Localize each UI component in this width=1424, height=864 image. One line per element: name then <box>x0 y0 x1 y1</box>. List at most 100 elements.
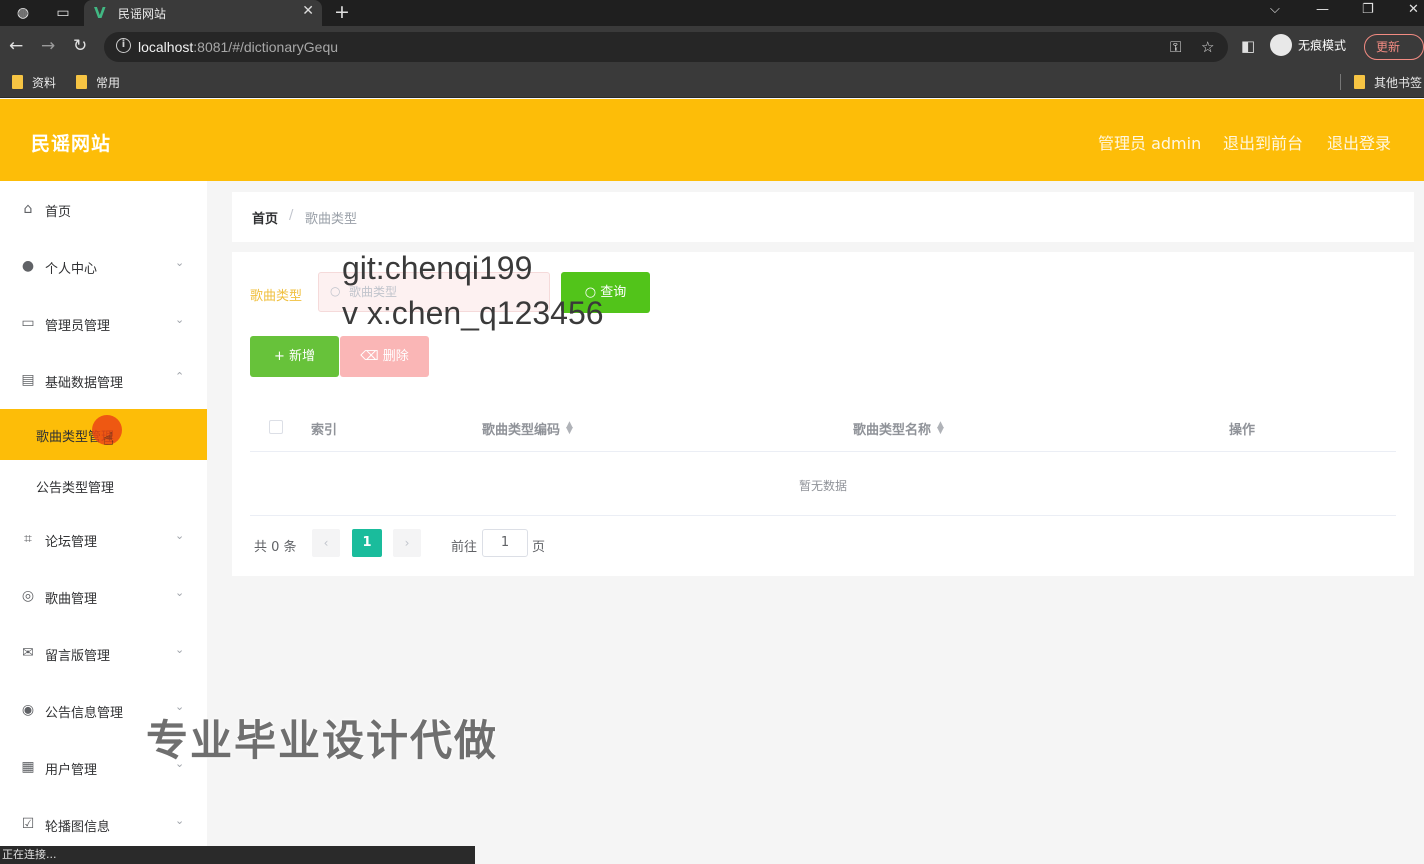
sidebar-item-label: 用户管理 <box>45 763 98 778</box>
reload-icon[interactable]: ↻ <box>73 36 87 56</box>
column-header-index: 索引 <box>311 423 338 438</box>
breadcrumb-current: 歌曲类型 <box>305 212 358 227</box>
watermark-git: git:chenqi199 <box>342 250 533 286</box>
next-page-icon[interactable]: › <box>393 529 421 557</box>
user-icon: ● <box>21 258 35 274</box>
add-button-label: 新增 <box>289 349 316 364</box>
compass-icon: ◎ <box>21 588 35 604</box>
bookmark-star-icon[interactable]: ☆ <box>1201 38 1214 56</box>
bookmark-folder-1[interactable]: 资料 <box>12 74 56 91</box>
back-icon[interactable]: ← <box>9 36 23 56</box>
address-bar: ← → ↻ i localhost:8081/#/dictionaryGequ … <box>0 26 1424 68</box>
browser-tab[interactable]: V 民谣网站 ✕ <box>84 0 322 26</box>
lifebuoy-icon: ◉ <box>21 702 35 718</box>
other-bookmarks[interactable]: 其他书签 <box>1354 74 1422 91</box>
sidebar-item-label: 个人中心 <box>45 262 98 277</box>
sidebar-subitem-label: 公告类型管理 <box>36 481 115 496</box>
sidebar-subitem-notice-types[interactable]: 公告类型管理 <box>0 460 207 511</box>
prev-page-icon[interactable]: ‹ <box>312 529 340 557</box>
chevron-down-icon: ⌄ <box>175 643 185 656</box>
chevron-down-icon: ⌄ <box>175 313 185 326</box>
chevron-down-icon: ⌄ <box>175 586 185 599</box>
add-button[interactable]: + 新增 <box>250 336 339 377</box>
hand-cursor-icon: ☝ <box>103 429 114 450</box>
chat-icon: ▭ <box>21 315 35 331</box>
sidebar-item-label: 留言版管理 <box>45 649 111 664</box>
back-to-front-link[interactable]: 退出到前台 <box>1223 130 1303 154</box>
page-unit-label: 页 <box>532 540 546 555</box>
column-header-actions: 操作 <box>1229 423 1256 438</box>
sidebar-item-songs[interactable]: ◎ 歌曲管理 ⌄ <box>0 568 207 625</box>
sidebar-item-messages[interactable]: ✉ 留言版管理 ⌄ <box>0 625 207 682</box>
incognito-icon <box>1270 34 1292 56</box>
sidebar-item-label: 轮播图信息 <box>45 820 111 835</box>
sidebar-item-forum[interactable]: ⌗ 论坛管理 ⌄ <box>0 511 207 568</box>
chevron-down-icon: ⌄ <box>175 814 185 827</box>
browser-status-bar: 正在连接... <box>0 846 475 864</box>
trash-icon: ⌫ <box>360 349 383 364</box>
goto-page-input[interactable]: 1 <box>482 529 528 557</box>
breadcrumb-separator: / <box>289 208 294 223</box>
breadcrumb: 首页 / 歌曲类型 <box>232 192 1414 242</box>
folder-icon <box>1354 75 1365 89</box>
card-icon: ▤ <box>21 372 35 388</box>
site-info-icon[interactable]: i <box>116 38 131 53</box>
home-icon: ⌂ <box>23 201 33 217</box>
bookmark-folder-2[interactable]: 常用 <box>76 74 120 91</box>
forward-icon[interactable]: → <box>41 36 55 56</box>
chevron-down-icon: ⌄ <box>175 529 185 542</box>
chevron-down-icon: ⌄ <box>175 256 185 269</box>
column-header-type-code[interactable]: 歌曲类型编码 ▲ ▼ <box>482 419 573 439</box>
goto-label: 前往 <box>451 540 478 555</box>
table-empty-row: 暂无数据 <box>250 452 1396 516</box>
sidebar-item-label: 基础数据管理 <box>45 376 124 391</box>
url-text[interactable]: localhost:8081/#/dictionaryGequ <box>138 39 338 55</box>
delete-button-label: 删除 <box>382 349 409 364</box>
app-header: 民谣网站 管理员 admin 退出到前台 退出登录 <box>0 99 1424 181</box>
breadcrumb-home[interactable]: 首页 <box>252 208 278 227</box>
watermark-wechat: v x:chen_q123456 <box>342 295 604 331</box>
side-panel-icon[interactable]: ◧ <box>1241 36 1255 56</box>
table-header: 索引 歌曲类型编码 ▲ ▼ 歌曲类型名称 ▲ ▼ 操作 <box>250 402 1396 452</box>
restore-icon[interactable]: ❐ <box>1362 2 1374 17</box>
sidebar-subitem-song-types[interactable]: 歌曲类型管理 ☝ <box>0 409 207 460</box>
close-window-icon[interactable]: ✕ <box>1408 2 1419 17</box>
globe-icon[interactable]: ◍ <box>12 3 34 23</box>
folder-icon <box>76 75 87 89</box>
sidebar-item-basic-data[interactable]: ▤ 基础数据管理 ⌃ <box>0 352 207 409</box>
sidebar-item-profile[interactable]: ● 个人中心 ⌄ <box>0 238 207 295</box>
sidebar-item-label: 管理员管理 <box>45 319 111 334</box>
pagination-total: 共 0 条 <box>254 540 297 555</box>
column-header-type-name[interactable]: 歌曲类型名称 ▲ ▼ <box>853 419 944 439</box>
chevron-up-icon: ⌃ <box>175 370 185 383</box>
sidebar-item-label: 公告信息管理 <box>45 706 124 721</box>
new-tab-icon[interactable]: + <box>334 1 350 23</box>
plus-icon: + <box>273 349 289 364</box>
tab-search-icon[interactable]: ▭ <box>52 3 74 23</box>
sidebar-item-home[interactable]: ⌂ 首页 <box>0 181 207 238</box>
sidebar-item-label: 歌曲管理 <box>45 592 98 607</box>
bookmarks-bar: 资料 常用 其他书签 <box>0 68 1424 98</box>
page-number-current[interactable]: 1 <box>352 529 382 557</box>
watermark-promo: 专业毕业设计代做 <box>146 716 499 765</box>
delete-button[interactable]: ⌫ 删除 <box>340 336 429 377</box>
checklist-icon: ☑ <box>21 816 35 832</box>
update-button[interactable]: 更新 <box>1364 34 1424 60</box>
select-all-checkbox[interactable] <box>269 420 283 434</box>
sidebar-item-admins[interactable]: ▭ 管理员管理 ⌄ <box>0 295 207 352</box>
sidebar-item-carousel[interactable]: ☑ 轮播图信息 ⌄ <box>0 796 207 853</box>
key-icon[interactable]: ⚿ <box>1170 38 1181 56</box>
tab-list-icon[interactable]: ⌵ <box>1270 2 1280 17</box>
minimize-icon[interactable]: — <box>1316 2 1329 17</box>
document-icon: ▦ <box>21 759 35 775</box>
folder-icon <box>12 75 23 89</box>
sort-icon[interactable]: ▲ ▼ <box>937 421 944 436</box>
url-field[interactable]: i localhost:8081/#/dictionaryGequ ⚿ ☆ <box>104 32 1228 62</box>
bookmark-divider <box>1340 74 1341 90</box>
empty-text: 暂无数据 <box>798 479 847 493</box>
close-tab-icon[interactable]: ✕ <box>302 3 314 19</box>
incognito-indicator[interactable]: 无痕模式 <box>1270 34 1346 57</box>
sort-icon[interactable]: ▲ ▼ <box>566 421 573 436</box>
query-button-label: 查询 <box>600 285 627 300</box>
logout-link[interactable]: 退出登录 <box>1327 130 1391 154</box>
